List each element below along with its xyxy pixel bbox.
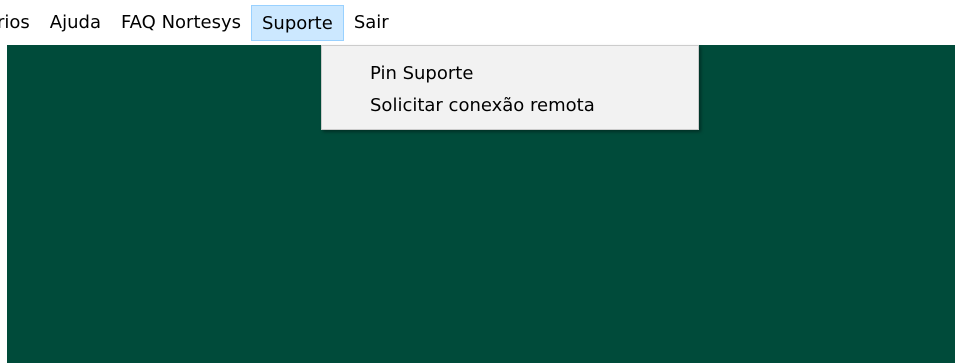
menu-item-faq-nortesys[interactable]: FAQ Nortesys — [111, 5, 251, 41]
menu-item-suporte[interactable]: Suporte — [251, 4, 344, 41]
menu-item-sair[interactable]: Sair — [344, 5, 399, 41]
menu-bar: rios Ajuda FAQ Nortesys Suporte Sair — [0, 0, 955, 45]
window-left-edge — [0, 45, 7, 363]
suporte-dropdown-menu: Pin Suporte Solicitar conexão remota — [321, 45, 699, 130]
dropdown-item-solicitar-conexao-remota[interactable]: Solicitar conexão remota — [322, 90, 698, 122]
menu-item-relatorios[interactable]: rios — [0, 5, 40, 41]
dropdown-item-pin-suporte[interactable]: Pin Suporte — [322, 58, 698, 90]
menu-item-ajuda[interactable]: Ajuda — [40, 5, 111, 41]
